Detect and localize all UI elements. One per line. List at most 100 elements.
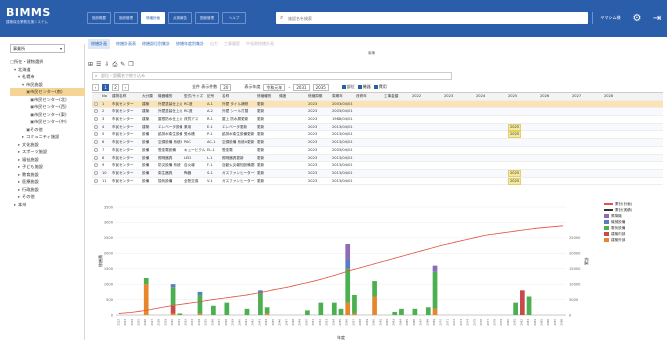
row-checkbox[interactable] [94, 147, 98, 152]
page-1[interactable]: 1 [102, 83, 109, 91]
org-select[interactable]: 事業所 ▾ [10, 44, 65, 53]
tree-node[interactable]: ▸ 行政施設 [10, 186, 85, 194]
row-select[interactable] [94, 147, 100, 154]
header-search-input[interactable] [288, 13, 578, 23]
tree-node[interactable]: ▣市民センター(南) [10, 88, 85, 96]
sub-tab-4[interactable]: 出力 [210, 39, 218, 49]
count-select[interactable]: 20 [220, 83, 232, 91]
table-row[interactable]: 6 市民センター 設備 空調設備 系統A PAC AC-1 空調設備 系統A更新 更新 2023… [92, 139, 663, 147]
tree-node-label: その他 [22, 194, 35, 199]
tree-node[interactable]: ▸ 子ども施設 [10, 163, 85, 171]
export-icon[interactable]: ⇩ [104, 61, 109, 69]
row-select[interactable] [94, 101, 100, 108]
table-row[interactable]: 4 市民センター 建築 エレベータ設備 乗用 E-1 エレベータ更新 更新 2023 2013/0… [92, 123, 663, 132]
tree-node[interactable]: ▣市民センター(北) [10, 96, 85, 104]
tree-node[interactable]: ▸ 文化施設 [10, 141, 85, 149]
top-tab-3[interactable]: 点検報告 [168, 12, 192, 24]
edit-icon[interactable]: ✎ [120, 61, 125, 69]
tree-node[interactable]: ▸ 本州 [10, 201, 85, 209]
tree-node[interactable]: ▾ 市民施設 [10, 81, 85, 89]
sub-tab-5[interactable]: 工事履歴 [224, 39, 240, 49]
sub-tab-1[interactable]: 修繕計画表 [116, 39, 136, 49]
top-tab-4[interactable]: 図面管理 [195, 12, 219, 24]
copy-icon[interactable]: ❐ [128, 61, 133, 69]
top-tab-0[interactable]: 施設概要 [87, 12, 111, 24]
row-checkbox[interactable] [94, 109, 98, 114]
top-tab-2[interactable]: 修繕計画 [141, 12, 165, 24]
add-icon[interactable]: ⊞ [88, 61, 93, 69]
tree-node[interactable]: ▣その他 [10, 126, 85, 134]
year-from-select[interactable]: 令和元年 [263, 83, 286, 91]
row-select[interactable] [94, 108, 100, 115]
table-row[interactable]: 3 市民センター 建築 屋根防水仕上げ 改質アス R-1 屋上 防水層更新 更新 2023 198… [92, 116, 663, 124]
check-part[interactable]: 部位 [341, 84, 355, 90]
top-tab-5[interactable]: ヘルプ [222, 12, 246, 24]
user-menu[interactable]: ヤマシム様 [592, 12, 628, 24]
table-row[interactable]: 8 市民センター 設備 照明器具 LED L-1 照明器具更新 更新 2023 2013/04/0… [92, 154, 663, 163]
tree-node[interactable]: ▸ 福祉施設 [10, 156, 85, 164]
page-next[interactable]: › [122, 83, 129, 91]
row-checkbox[interactable] [94, 170, 98, 175]
table-row[interactable]: 1 市民センター 建築 外壁塗装仕上げ RC造 A-1 外壁 タイル補修 更新 2023 2003… [92, 100, 663, 109]
table-row[interactable]: 10 市民センター 設備 衛生器具 陶器 S-1 ガスファンヒーター更新更新 2023 2013… [92, 169, 663, 178]
page-2[interactable]: 2 [112, 83, 119, 91]
row-checkbox[interactable] [94, 178, 98, 183]
table-row[interactable]: 2 市民センター 建築 外壁塗装仕上げ RC造 A-2 外壁 シール打替 更新 2023 2003… [92, 108, 663, 117]
check-equipment[interactable]: 機器 [357, 84, 371, 90]
list-icon[interactable]: ☰ [96, 61, 101, 69]
row-checkbox[interactable] [94, 117, 98, 122]
tree-node[interactable]: ▣市民センター(東) [10, 111, 85, 119]
x-tick-label: 2047 [284, 319, 288, 326]
row-select[interactable] [94, 170, 100, 177]
tree-node[interactable]: ▣市民センター(中) [10, 118, 85, 126]
tree-node[interactable]: ▸ コミュニティ施設 [10, 133, 85, 141]
table-search[interactable]: ⌕ 部位・設備名で絞り込み [92, 72, 452, 80]
x-tick-label: 2056 [345, 319, 349, 326]
year-to-select[interactable]: 2031 [293, 83, 310, 91]
tree-node[interactable]: ▸ 教育施設 [10, 171, 85, 179]
sub-tab-2[interactable]: 修繕部位別集計 [142, 39, 170, 49]
cell-sym: F-1 [207, 163, 213, 168]
page-prev[interactable]: ‹ [92, 83, 99, 91]
gear-icon[interactable]: ⚙ [628, 9, 646, 27]
check-cost[interactable]: 費用 [373, 84, 387, 90]
x-tick-label: 2038 [224, 319, 228, 326]
legend-item[interactable]: 建築外部 [604, 237, 664, 243]
logout-icon[interactable]: ⇥ [648, 9, 666, 27]
sub-tab-3[interactable]: 修繕年度別集計 [176, 39, 204, 49]
tree-node[interactable]: ▸ その他 [10, 193, 85, 201]
table-row[interactable]: 5 市民センター 設備 給排水衛生設備 受水槽 P-1 給排水衛生設備更新 更新 2023 201… [92, 131, 663, 140]
table-row[interactable]: 11 市民センター 設備 換気設備 全熱交換 V-1 ガスファンヒーター更新更新 2023 20… [92, 177, 663, 186]
row-select[interactable] [94, 116, 100, 123]
row-checkbox[interactable] [94, 155, 98, 160]
row-checkbox[interactable] [94, 163, 98, 168]
row-select[interactable] [94, 124, 100, 131]
tree-node[interactable]: ▸ 医療施設 [10, 178, 85, 186]
tree-node[interactable]: ▾ 北海道 [10, 66, 85, 74]
year-end-select[interactable]: 2035 [312, 83, 329, 91]
cell-model: RC造 [184, 101, 193, 106]
sub-tab-0[interactable]: 修繕計画 [88, 39, 110, 49]
cumulative-point [253, 293, 255, 295]
tree-node[interactable]: ▾ 札幌市 [10, 73, 85, 81]
tree-node[interactable]: ▸ スポーツ施設 [10, 148, 85, 156]
row-checkbox[interactable] [94, 101, 98, 106]
table-row[interactable]: 9 市民センター 設備 防災設備 系統 自火報 F-1 自動火災報知設備更新 更新 2023 20… [92, 162, 663, 170]
row-checkbox[interactable] [94, 124, 98, 129]
top-tab-1[interactable]: 施設管理 [114, 12, 138, 24]
table-row[interactable]: 7 市民センター 設備 受変電設備 キュービクル EL-1 受変電 更新 2023 2003/04… [92, 147, 663, 155]
row-select[interactable] [94, 155, 100, 162]
legend-label: 機械設備 [611, 219, 626, 224]
row-select[interactable] [94, 139, 100, 146]
row-select[interactable] [94, 178, 100, 185]
sub-tab-6[interactable]: 中長期修繕計画 [246, 39, 274, 49]
row-select[interactable] [94, 131, 100, 138]
tree-node[interactable]: ▣市民センター(西) [10, 103, 85, 111]
row-checkbox[interactable] [94, 132, 98, 137]
bar-segment [432, 308, 438, 315]
row-checkbox[interactable] [94, 140, 98, 145]
row-select[interactable] [94, 162, 100, 169]
tree-node[interactable]: □所在・建物選択 [10, 58, 85, 66]
app-logo[interactable]: BIMMS [6, 6, 51, 19]
print-icon[interactable]: ⎙ [112, 61, 117, 69]
